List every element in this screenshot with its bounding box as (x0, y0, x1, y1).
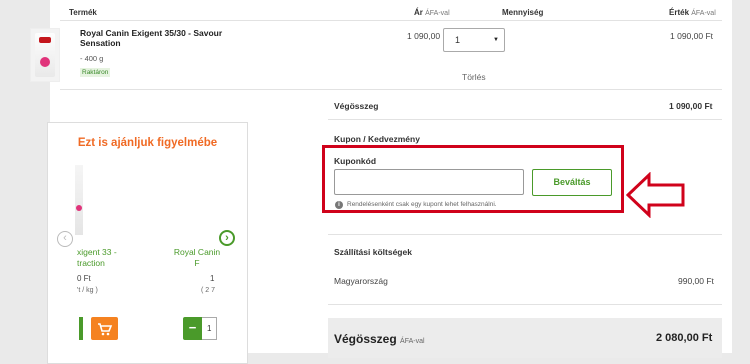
quantity-input[interactable]: 1 (202, 317, 217, 340)
recommendation-carousel: Ezt is ajánljuk figyelmébe ‹ › xigent 33… (47, 122, 248, 364)
shipping-country: Magyarország (334, 276, 388, 286)
delete-link[interactable]: Törlés (462, 72, 486, 82)
coupon-hint: Rendelésenként csak egy kupont lehet fel… (347, 201, 497, 208)
rec-product-unit-price: 't / kg ) (77, 287, 98, 294)
decrease-quantity-button[interactable]: − (183, 317, 202, 340)
column-header-quantity: Mennyiség (502, 8, 544, 17)
divider (328, 119, 722, 120)
redeem-button[interactable]: Beváltás (532, 169, 612, 196)
shopping-cart-icon (98, 323, 113, 336)
shipping-title: Szállítási költségek (334, 247, 412, 257)
rec-quantity-control[interactable] (79, 317, 83, 340)
rec-product-name[interactable]: Royal Canin F (166, 247, 228, 269)
divider (328, 304, 722, 305)
column-header-price: Ár ÁFA-val (414, 8, 450, 17)
grand-total-label: Végösszeg ÁFA-val (334, 332, 425, 346)
carousel-prev-icon[interactable]: ‹ (57, 231, 73, 247)
rec-product-price: 0 Ft (77, 274, 91, 283)
quantity-select[interactable]: 1 ▼ (443, 28, 505, 52)
column-header-product: Termék (69, 8, 97, 17)
rec-product-name[interactable]: xigent 33 - traction (77, 247, 117, 269)
stock-badge: Raktáron (80, 68, 111, 77)
grand-total-value: 2 080,00 Ft (656, 332, 713, 344)
coupon-field-label: Kuponkód (334, 156, 377, 166)
product-weight: - 400 g (80, 54, 104, 63)
arrow-left-outline-icon (626, 172, 685, 218)
add-to-cart-button[interactable] (91, 317, 118, 340)
column-header-value: Érték ÁFA-val (669, 8, 716, 17)
divider (328, 234, 722, 235)
rec-product-unit-price: ( 2 7 (201, 287, 216, 294)
rec-product-price: 1 (210, 274, 215, 283)
coupon-section-title: Kupon / Kedvezmény (334, 134, 420, 144)
info-icon: i (335, 201, 343, 209)
line-total: 1 090,00 Ft (670, 31, 714, 41)
carousel-next-icon[interactable]: › (219, 230, 235, 246)
recommendation-title: Ezt is ajánljuk figyelmébe (77, 137, 218, 149)
product-image[interactable] (30, 28, 60, 82)
product-image[interactable] (75, 165, 83, 235)
subtotal-value: 1 090,00 Ft (669, 101, 713, 111)
divider (60, 20, 722, 21)
coupon-code-input[interactable] (334, 169, 524, 195)
shipping-cost: 990,00 Ft (678, 276, 714, 286)
product-name[interactable]: Royal Canin Exigent 35/30 - Savour Sensa… (80, 28, 250, 48)
subtotal-label: Végösszeg (334, 101, 379, 111)
divider (60, 89, 722, 90)
chevron-down-icon: ▼ (493, 37, 499, 43)
